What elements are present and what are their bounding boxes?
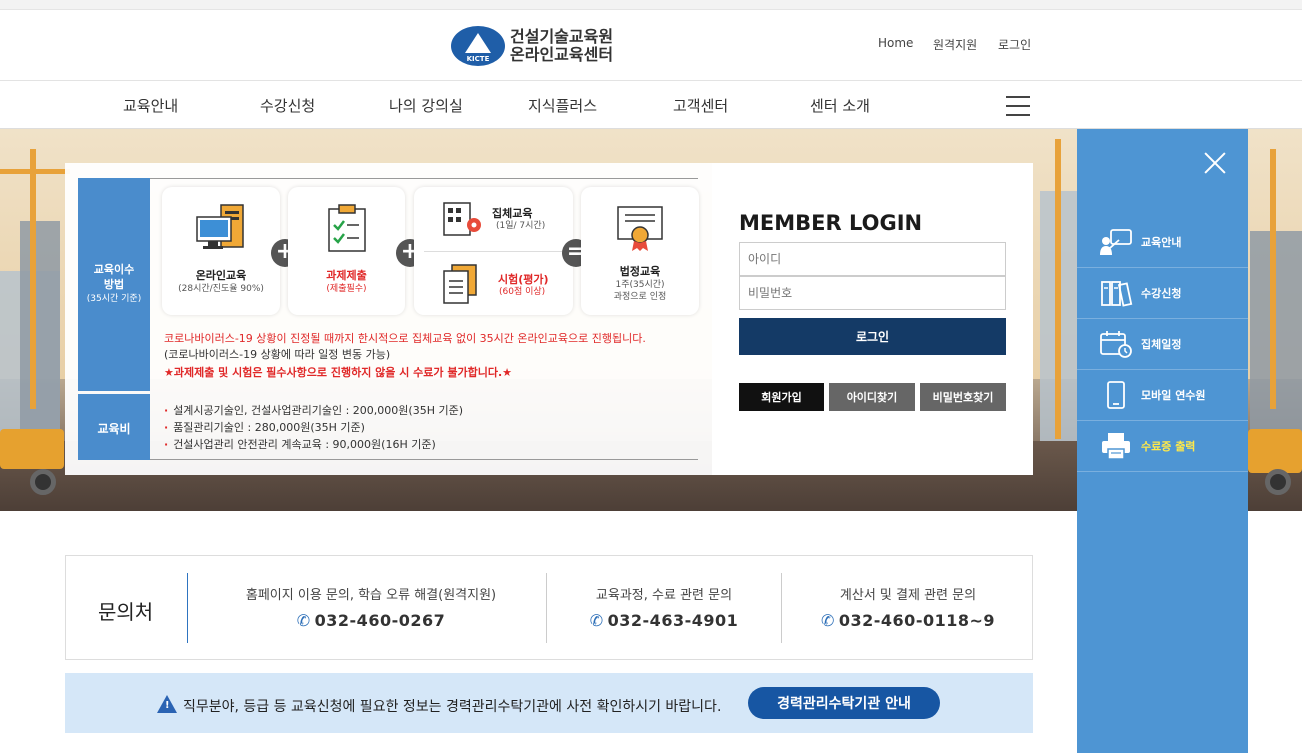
covid-notice: 코로나바이러스-19 상황이 진정될 때까지 한시적으로 집체교육 없이 35시… [164, 332, 646, 345]
document-icon [443, 264, 477, 304]
nav-edu-guide[interactable]: 교육안내 [123, 95, 178, 116]
fee-label: 교육비 [78, 394, 150, 460]
contact-block-payment: 계산서 및 결제 관련 문의 ✆ 032-460-0118~9 [820, 588, 996, 630]
logo-emblem-icon: KICTE [451, 26, 505, 66]
phone-number[interactable]: 032-460-0118~9 [839, 611, 995, 630]
computer-icon [196, 204, 244, 249]
find-password-button[interactable]: 비밀번호찾기 [920, 383, 1006, 411]
logo-text: 건설기술교육원 온라인교육센터 [510, 28, 613, 64]
phone-icon: ✆ [820, 611, 835, 630]
site-header: KICTE 건설기술교육원 온라인교육센터 Home 원격지원 로그인 [0, 10, 1302, 81]
fee-item: 건설사업관리 안전관리 계속교육 : 90,000원(16H 기준) [164, 436, 436, 452]
util-home-link[interactable]: Home [878, 36, 913, 50]
required-notice: ★과제제출 및 시험은 필수사항으로 진행하지 않을 시 수료가 불가합니다.★ [164, 366, 513, 379]
contact-title: 문의처 [98, 600, 154, 624]
phone-icon: ✆ [296, 611, 311, 630]
card-legal-edu: 법정교육 1주(35시간) 과정으로 인정 [581, 187, 699, 315]
nav-my-classroom[interactable]: 나의 강의실 [389, 95, 463, 116]
login-button[interactable]: 로그인 [739, 318, 1006, 355]
quick-item-certificate-print[interactable]: 수료증 출력 [1077, 421, 1248, 472]
join-button[interactable]: 회원가입 [739, 383, 824, 411]
printer-icon [1102, 433, 1130, 460]
nav-center-intro[interactable]: 센터 소개 [810, 95, 870, 116]
education-info-panel: 교육이수 방법 (35시간 기준) 교육비 온라인교육 (28시간/진도율 90… [65, 163, 712, 475]
find-id-button[interactable]: 아이디찾기 [829, 383, 915, 411]
completion-method-label: 교육이수 방법 (35시간 기준) [78, 178, 150, 391]
nav-knowledge-plus[interactable]: 지식플러스 [528, 95, 597, 116]
card-assignment: 과제제출 (제출필수) [288, 187, 405, 315]
browser-top-edge [0, 0, 1302, 10]
nav-enroll[interactable]: 수강신청 [260, 95, 315, 116]
contact-section: 문의처 홈페이지 이용 문의, 학습 오류 해결(원격지원) ✆ 032-460-… [65, 555, 1033, 660]
mobile-icon [1107, 381, 1125, 409]
card-offline-exam: 집체교육 (1일/ 7시간) 시험(평가) (60점 이상) [414, 187, 573, 315]
fee-item: 설계시공기술인, 건설사업관리기술인 : 200,000원(35H 기준) [164, 402, 463, 418]
quick-item-enroll[interactable]: 수강신청 [1077, 268, 1248, 319]
teacher-icon [1100, 229, 1132, 255]
contact-block-support: 홈페이지 이용 문의, 학습 오류 해결(원격지원) ✆ 032-460-0267 [245, 588, 497, 630]
util-login-link[interactable]: 로그인 [998, 36, 1031, 53]
card-online-edu: 온라인교육 (28시간/진도율 90%) [162, 187, 280, 315]
fee-item: 품질관리기술인 : 280,000원(35H 기준) [164, 419, 365, 435]
career-agency-button[interactable]: 경력관리수탁기관 안내 [748, 687, 940, 719]
nav-customer-center[interactable]: 고객센터 [673, 95, 728, 116]
phone-icon: ✆ [589, 611, 604, 630]
phone-number[interactable]: 032-463-4901 [608, 611, 739, 630]
close-icon[interactable] [1203, 151, 1227, 175]
books-icon [1101, 281, 1133, 307]
main-nav: 교육안내 수강신청 나의 강의실 지식플러스 고객센터 센터 소개 [0, 81, 1302, 129]
phone-number[interactable]: 032-460-0267 [315, 611, 446, 630]
hamburger-menu-icon[interactable] [1006, 96, 1030, 116]
building-location-icon [443, 202, 481, 236]
quick-item-schedule[interactable]: 집체일정 [1077, 319, 1248, 370]
quick-item-edu-guide[interactable]: 교육안내 [1077, 217, 1248, 268]
quick-menu-panel: 교육안내 수강신청 집체일정 모바일 연수원 수료증 출력 [1077, 129, 1248, 753]
contact-block-course: 교육과정, 수료 관련 문의 ✆ 032-463-4901 [589, 588, 739, 630]
certificate-icon [617, 206, 663, 251]
logo-line-1: 건설기술교육원 [510, 27, 614, 46]
quick-item-mobile[interactable]: 모바일 연수원 [1077, 370, 1248, 421]
util-remote-support-link[interactable]: 원격지원 [933, 36, 977, 53]
member-login-box: MEMBER LOGIN 로그인 회원가입 아이디찾기 비밀번호찾기 [712, 163, 1033, 475]
covid-subnotice: (코로나바이러스-19 상황에 따라 일정 변동 가능) [164, 348, 391, 361]
login-title: MEMBER LOGIN [739, 211, 923, 235]
banner-text: 직무분야, 등급 등 교육신청에 필요한 정보는 경력관리수탁기관에 사전 확인… [183, 699, 722, 715]
career-notice-banner: ! 직무분야, 등급 등 교육신청에 필요한 정보는 경력관리수탁기관에 사전 확… [65, 673, 1033, 733]
warning-icon: ! [157, 695, 177, 713]
id-input[interactable] [739, 242, 1006, 276]
logo-line-2: 온라인교육센터 [510, 45, 614, 64]
calendar-clock-icon [1100, 331, 1132, 358]
site-logo[interactable]: KICTE 건설기술교육원 온라인교육센터 [451, 24, 631, 68]
clipboard-check-icon [327, 204, 366, 252]
password-input[interactable] [739, 276, 1006, 310]
